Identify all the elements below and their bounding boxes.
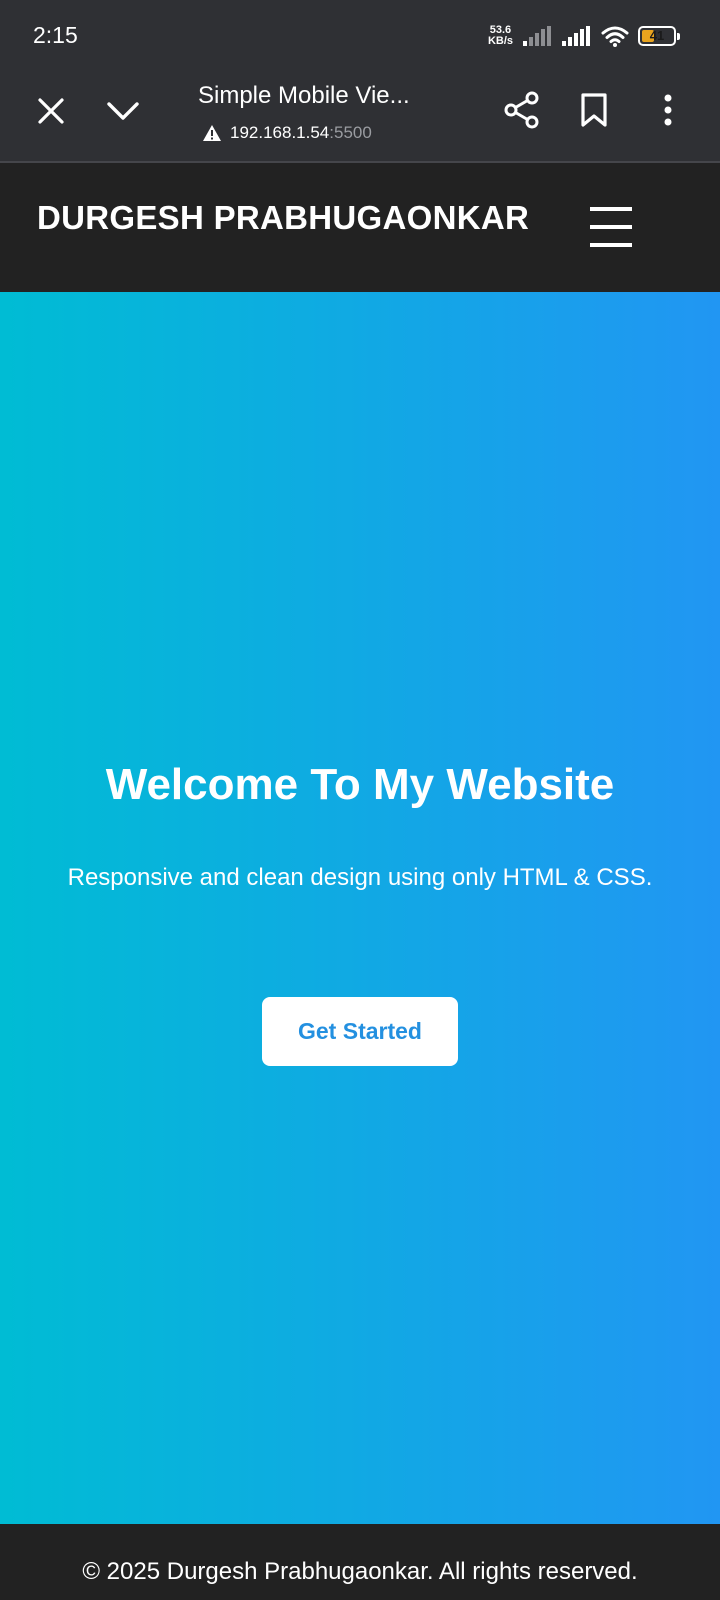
battery-level: 41 (649, 28, 665, 43)
hamburger-menu-icon[interactable] (590, 207, 632, 247)
warning-icon (203, 125, 221, 141)
close-icon[interactable] (30, 90, 72, 132)
hero-subtitle: Responsive and clean design using only H… (67, 864, 653, 891)
network-speed: 53.6 KB/s (488, 25, 513, 47)
signal-weak-icon (523, 26, 551, 46)
signal-full-icon (562, 26, 590, 46)
status-time: 2:15 (33, 22, 78, 48)
get-started-button[interactable]: Get Started (262, 997, 458, 1066)
battery-tip (677, 33, 680, 40)
footer-copyright: © 2025 Durgesh Prabhugaonkar. All rights… (82, 1558, 638, 1585)
chevron-down-icon[interactable] (102, 90, 144, 132)
site-footer: © 2025 Durgesh Prabhugaonkar. All rights… (0, 1524, 720, 1600)
url-host: 192.168.1.54 (230, 123, 330, 142)
wifi-icon (601, 26, 629, 47)
status-indicators: 53.6 KB/s 41 (488, 22, 680, 50)
hero-title: Welcome To My Website (105, 760, 615, 809)
hamburger-line (590, 207, 632, 211)
site-logo[interactable]: DURGESH PRABHUGAONKAR (37, 198, 529, 238)
hero-section: Welcome To My Website Responsive and cle… (0, 292, 720, 1524)
battery-icon: 41 (638, 26, 680, 46)
page-title: Simple Mobile Vie... (198, 82, 410, 109)
share-icon[interactable] (500, 88, 544, 132)
hamburger-line (590, 225, 632, 229)
browser-toolbar: Simple Mobile Vie... 192.168.1.54:5500 (0, 66, 720, 163)
bookmark-icon[interactable] (572, 88, 616, 132)
more-vertical-icon[interactable] (650, 88, 686, 132)
network-speed-unit: KB/s (487, 35, 513, 47)
status-bar: 2:15 53.6 KB/s 41 (0, 0, 720, 66)
site-header: DURGESH PRABHUGAONKAR (0, 165, 720, 292)
hamburger-line (590, 243, 632, 247)
url-port: :5500 (329, 123, 372, 142)
address-bar[interactable]: 192.168.1.54:5500 (202, 122, 372, 144)
